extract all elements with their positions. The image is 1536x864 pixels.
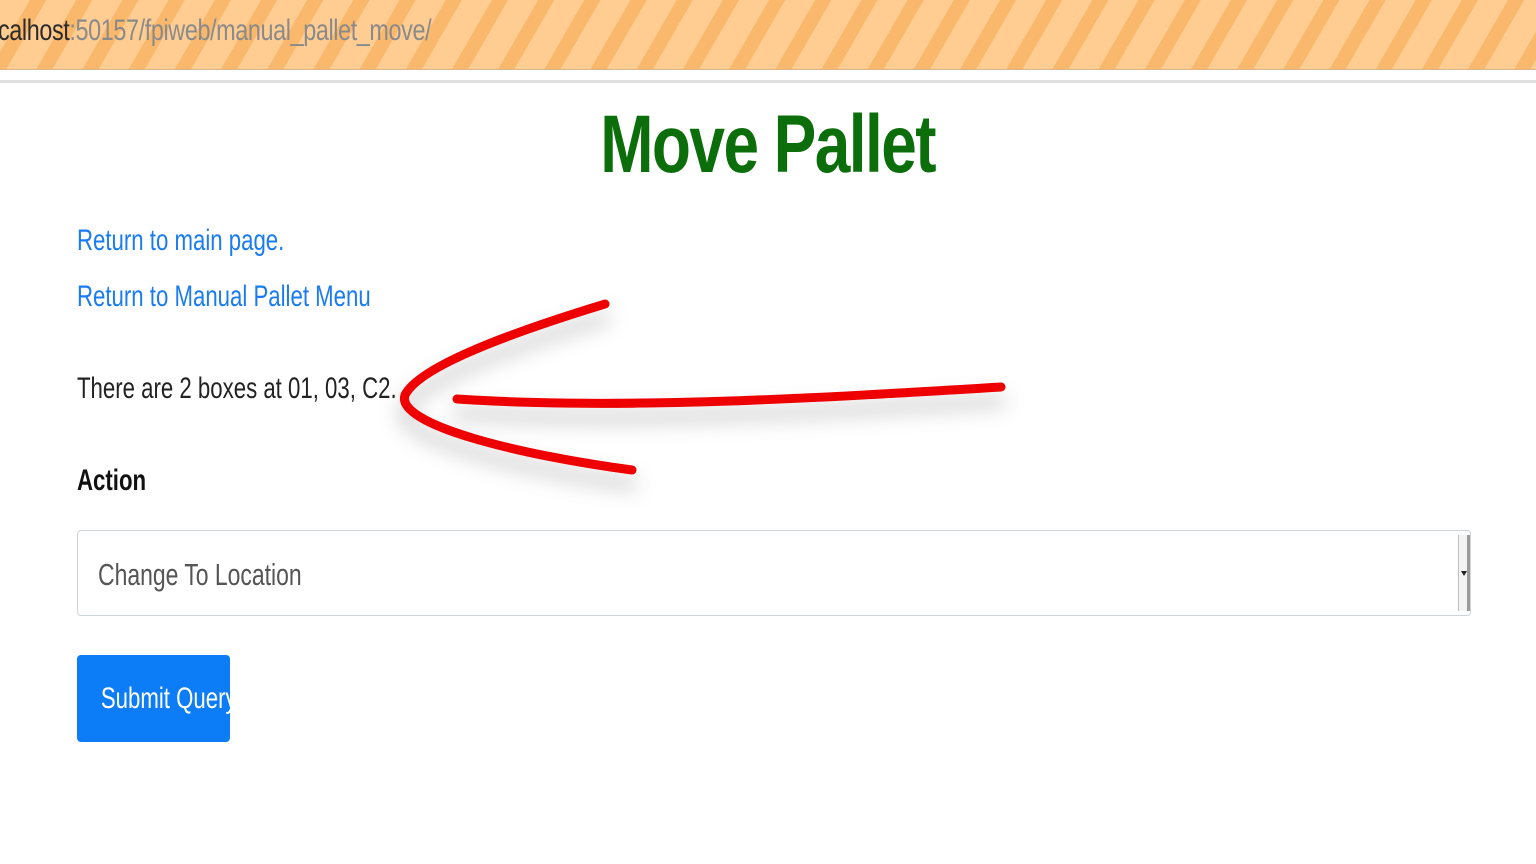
page-title-text: Move Pallet	[600, 99, 937, 190]
browser-address-bar[interactable]: calhost:50157/fpiweb/manual_pallet_move/	[0, 0, 1536, 70]
url-host: calhost	[0, 14, 70, 47]
return-main-page-link[interactable]: Return to main page.	[77, 224, 284, 258]
dropdown-caret-icon[interactable]	[1458, 535, 1470, 611]
page-title: Move Pallet	[0, 100, 1536, 190]
return-pallet-menu-link[interactable]: Return to Manual Pallet Menu	[77, 280, 371, 314]
submit-query-label: Submit Query	[100, 681, 237, 715]
box-count-status: There are 2 boxes at 01, 03, C2.	[77, 372, 397, 405]
header-divider	[0, 80, 1536, 83]
action-select[interactable]: Change To Location	[77, 530, 1471, 616]
action-select-value: Change To Location	[98, 557, 302, 592]
arrow-shaft	[452, 382, 1006, 408]
url-path: :50157/fpiweb/manual_pallet_move/	[69, 14, 432, 47]
arrow-head	[400, 299, 637, 475]
action-label: Action	[77, 464, 147, 497]
url-text[interactable]: calhost:50157/fpiweb/manual_pallet_move/	[0, 14, 432, 48]
submit-query-button[interactable]: Submit Query	[77, 655, 237, 742]
